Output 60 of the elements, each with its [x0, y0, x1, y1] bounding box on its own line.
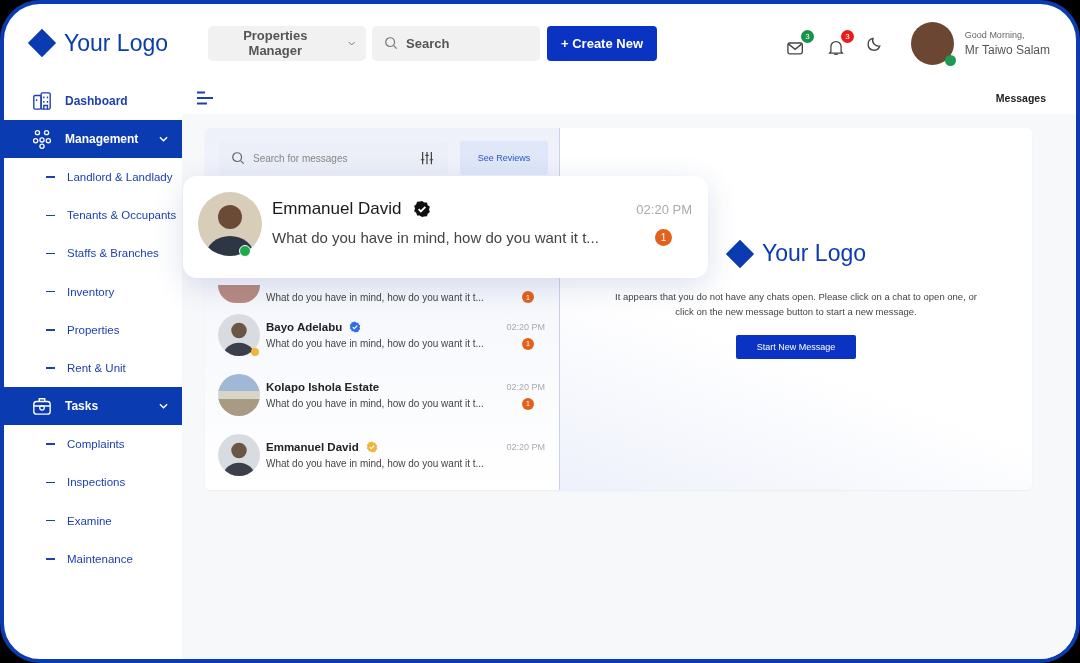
sidebar-subitem[interactable]: Inspections — [4, 463, 182, 502]
mail-button[interactable]: 3 — [786, 30, 814, 56]
search-icon — [384, 35, 398, 50]
workspace-dropdown[interactable]: Properties Manager — [208, 25, 366, 61]
user-name: Mr Taiwo Salam — [964, 42, 1050, 57]
contact-avatar — [218, 314, 260, 356]
bell-icon — [826, 39, 845, 56]
mail-count-badge: 3 — [800, 30, 814, 43]
people-icon — [32, 129, 52, 149]
logo-text: Your Logo — [762, 240, 866, 267]
contact-name: Bayo Adelabu — [266, 320, 343, 333]
message-preview: What do you have in mind, how do you want it t... — [266, 338, 484, 349]
sidebar-subitem[interactable]: Rent & Unit — [4, 348, 182, 388]
create-new-button[interactable]: + Create New — [547, 25, 657, 61]
contact-name: Kolapo Ishola Estate — [266, 380, 380, 393]
sidebar-subitem[interactable]: Inventory — [4, 272, 182, 311]
sidebar-subitem[interactable]: Properties — [4, 310, 182, 349]
chat-preview-card[interactable]: Emmanuel David 02:20 PM What do you have in mind, how do you want it t... 1 — [183, 176, 708, 278]
message-preview: What do you have in mind, how do you want it t... — [272, 229, 599, 246]
sidebar-subitem[interactable]: Staffs & Branches — [4, 234, 182, 273]
message-preview: What do you have in mind, how do you want it t... — [266, 398, 484, 409]
message-time: 02:20 PM — [506, 321, 545, 332]
sidebar-item[interactable]: Management — [4, 120, 182, 158]
contact-avatar — [218, 434, 260, 476]
mail-icon — [786, 39, 805, 56]
sidebar-item[interactable]: Tasks — [4, 387, 182, 426]
sidebar-subitem[interactable]: Examine — [4, 501, 182, 540]
notification-button[interactable]: 3 — [826, 30, 854, 56]
message-search-field[interactable]: Search for messages — [219, 141, 448, 175]
photo-placeholder — [218, 374, 260, 416]
search-icon — [231, 151, 245, 165]
see-reviews-button[interactable]: See Reviews — [460, 141, 548, 175]
contact-avatar — [218, 285, 260, 303]
message-time: 02:20 PM — [506, 442, 545, 452]
logo-text: Your Logo — [64, 29, 169, 57]
message-time: 02:20 PM — [506, 381, 545, 392]
filter-icon[interactable] — [420, 151, 434, 165]
message-preview: What do you have in mind, how do you want it t... — [266, 291, 484, 303]
sidebar-subitem[interactable]: Maintenance — [4, 539, 182, 578]
chevron-icon — [347, 40, 355, 46]
unread-count-badge: 1 — [655, 229, 672, 246]
sidebar-item[interactable]: Dashboard — [4, 82, 182, 120]
empty-state-text: It appears that you do not have any chats open. Please click on a chat to open one, or click on the new message button to start a new message. — [614, 290, 978, 319]
contact-name: Emmanuel David — [272, 199, 402, 219]
sidebar-subitem[interactable]: Complaints — [4, 425, 182, 464]
page-title: Messages — [995, 92, 1046, 104]
building-icon — [32, 91, 52, 111]
greeting-text: Good Morning, — [964, 29, 1026, 40]
message-preview: What do you have in mind, how do you want it t... — [266, 458, 484, 469]
notification-count-badge: 3 — [840, 30, 854, 43]
message-time: 02:20 PM — [636, 201, 692, 217]
user-avatar[interactable] — [910, 21, 954, 65]
sidebar-subitem[interactable]: Landlord & Landlady — [4, 158, 182, 197]
sidebar-subitem[interactable]: Tenants & Occupants — [4, 196, 182, 235]
start-new-message-button[interactable]: Start New Message — [736, 335, 856, 359]
briefcase-icon — [32, 396, 52, 417]
menu-icon[interactable] — [196, 91, 214, 105]
chat-item[interactable]: Emmanuel David 02:20 PM What do you have in mind, how do you want it t... — [205, 425, 559, 485]
contact-name: Emmanuel David — [266, 441, 359, 453]
search-field[interactable]: Search — [372, 25, 540, 61]
